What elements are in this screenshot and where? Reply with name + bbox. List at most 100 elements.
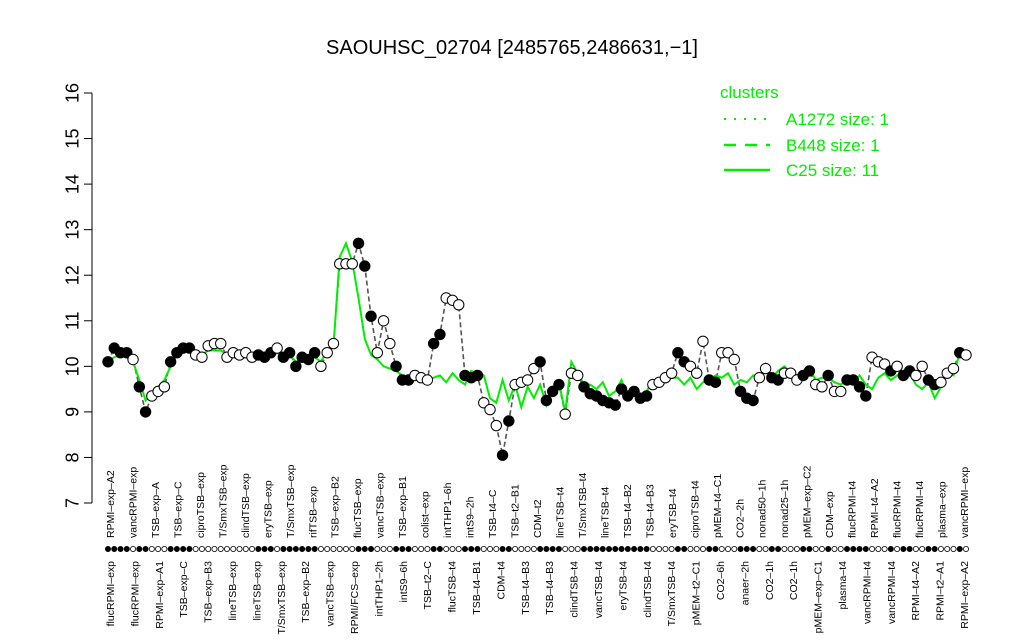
data-point — [822, 369, 834, 382]
bottom-sample-label: RPMI–exp–A2 — [959, 561, 971, 629]
bottom-sample-label: vancRPMI–t4 — [861, 561, 873, 624]
top-sample-label: T/SmxTSB–exp — [217, 464, 229, 538]
data-point — [960, 349, 972, 361]
data-point — [691, 367, 703, 379]
top-sample-label: ciproTSB–exp — [195, 472, 207, 538]
rug-mark — [242, 546, 249, 553]
rug-mark — [117, 546, 124, 553]
rug-mark — [286, 546, 293, 553]
data-point — [365, 310, 377, 322]
data-point — [609, 399, 621, 411]
rug-mark — [656, 546, 663, 553]
data-point — [910, 369, 922, 382]
top-sample-label: intTHP1–6h — [442, 482, 454, 538]
data-point — [215, 337, 227, 350]
rug-mark — [424, 546, 431, 553]
top-sample-label: TSB–exp–B1 — [397, 476, 409, 538]
data-point — [434, 328, 446, 341]
rug-mark — [311, 546, 318, 553]
data-point — [377, 315, 390, 327]
bottom-sample-label: vancTSB–t4 — [593, 561, 605, 618]
rug-mark — [631, 546, 638, 553]
data-point — [803, 365, 816, 377]
rug-mark — [368, 546, 375, 553]
rug-mark — [217, 546, 224, 553]
bottom-sample-label: pMEM–t2–C1 — [691, 561, 703, 625]
rug-mark — [123, 546, 130, 553]
cluster-expression-chart: SAOUHSC_02704 [2485765,2486631,−1] 7 8 9 10… — [62, 37, 972, 635]
rug-mark — [887, 546, 894, 553]
rug-mark — [249, 546, 256, 553]
rug-mark — [699, 546, 706, 553]
top-sample-label: CDM–exp — [824, 491, 836, 538]
bottom-sample-label: RPMI–t4–A2 — [910, 561, 922, 621]
rug-mark — [580, 546, 587, 553]
rug-mark — [449, 546, 456, 553]
top-sample-label: lineTSB–t4 — [599, 486, 611, 538]
data-point — [102, 356, 114, 368]
rug-mark — [706, 546, 713, 553]
rug-mark — [180, 546, 187, 553]
rug-mark — [211, 546, 218, 553]
rug-mark — [649, 546, 656, 553]
bottom-sample-label: RPMI–t2–A1 — [935, 561, 947, 621]
sample-rug — [105, 546, 970, 553]
rug-mark — [292, 546, 299, 553]
top-sample-label: pMEM–t4–C1 — [712, 474, 724, 538]
data-point — [283, 346, 296, 359]
bottom-sample-label: TSB–exp–B2 — [300, 561, 312, 623]
rug-mark — [756, 546, 763, 553]
rug-mark — [342, 546, 349, 553]
rug-mark — [875, 546, 882, 553]
rug-mark — [130, 546, 137, 553]
rug-mark — [587, 546, 594, 553]
rug-mark — [731, 546, 738, 553]
bottom-sample-label: TSB–t2–C — [422, 561, 434, 610]
rug-mark — [800, 546, 807, 553]
data-point — [816, 381, 828, 393]
rug-mark — [606, 546, 613, 553]
legend-label-c25: C25 size: 11 — [786, 161, 879, 180]
y-axis: 7 8 9 10 11 12 13 14 15 16 — [62, 83, 93, 508]
rug-mark — [555, 546, 562, 553]
rug-mark — [355, 546, 362, 553]
rug-mark — [850, 546, 857, 553]
top-sample-label: nonad50–1h — [757, 479, 769, 538]
chart-title: SAOUHSC_02704 [2485765,2486631,−1] — [326, 37, 698, 59]
data-point — [359, 260, 371, 272]
data-point — [534, 356, 546, 368]
rug-mark — [186, 546, 193, 553]
bottom-sample-label: flucTSB–t4 — [447, 561, 459, 613]
rug-mark — [299, 546, 306, 553]
rug-mark — [274, 546, 281, 553]
bottom-sample-label: vancTSB–exp — [325, 561, 337, 627]
rug-mark — [336, 546, 343, 553]
bottom-sample-label: flucRPMI–exp — [129, 561, 141, 627]
rug-mark — [674, 546, 681, 553]
rug-mark — [963, 546, 970, 553]
rug-mark — [881, 546, 888, 553]
rug-mark — [574, 546, 581, 553]
rug-mark — [230, 546, 237, 553]
y-tick-label: 7 — [62, 498, 82, 508]
data-point — [158, 381, 171, 393]
top-sample-label: RPMI–exp–A2 — [105, 470, 117, 538]
rug-mark — [411, 546, 418, 553]
data-point — [496, 449, 509, 461]
top-sample-label: pMEM–exp–C2 — [802, 465, 814, 538]
rug-mark — [461, 546, 468, 553]
top-sample-label: flucRPMI–t4 — [847, 481, 859, 538]
rug-mark — [261, 546, 268, 553]
rug-mark — [161, 546, 168, 553]
rug-mark — [712, 546, 719, 553]
top-sample-label: clindTSB–exp — [240, 473, 252, 538]
rug-mark — [750, 546, 757, 553]
rug-mark — [831, 546, 838, 553]
data-point — [540, 394, 553, 407]
data-point — [421, 374, 434, 386]
data-point — [697, 335, 709, 347]
bottom-sample-label: clindTSB–t4 — [569, 561, 581, 618]
data-points — [102, 237, 972, 461]
rug-mark — [418, 546, 425, 553]
bottom-sample-label: flucRPMI–exp — [105, 561, 117, 627]
